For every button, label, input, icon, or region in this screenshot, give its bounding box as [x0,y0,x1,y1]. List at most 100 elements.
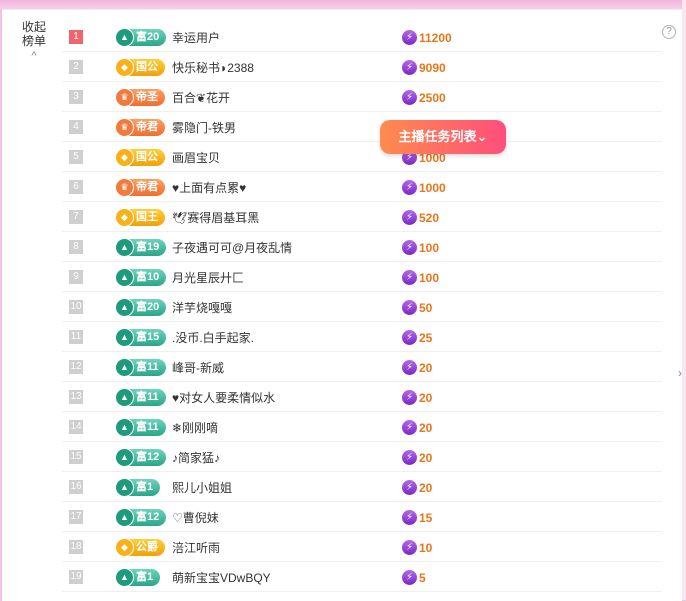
contribution-number: 20 [419,450,433,465]
badge-emblem-icon: ◆ [115,58,134,77]
user-name[interactable]: 萌新宝宝VDwBQY [172,569,271,586]
lightning-icon: ⚡ [402,270,417,286]
contribution-number: 20 [419,420,433,435]
badge-label: 国公 [136,61,158,73]
badge-label: 富11 [136,361,159,373]
badge-label: 富20 [136,31,160,43]
badge-label: 国王 [136,211,158,223]
contribution-value: ⚡ 20 [402,359,432,376]
rank-number: 17 [69,510,83,524]
ranking-row: 8 ▲ 富19 子夜遇可可@月夜乱情 ⚡ 100 [62,232,662,262]
rank-number: 5 [69,150,83,164]
level-badge: ◆ 国公 [115,58,165,77]
contribution-number: 2500 [419,90,446,105]
badge-emblem-icon: ▲ [115,298,134,317]
badge-emblem-icon: ▲ [115,568,134,587]
level-badge: ♛ 帝君 [115,118,165,137]
contribution-value: ⚡ 10 [402,539,432,556]
anchor-task-list-button[interactable]: 主播任务列表⌄ [380,120,506,154]
badge-label: 帝圣 [136,91,158,103]
user-name[interactable]: 涪江听雨 [172,539,220,556]
user-name[interactable]: .没币.白手起家. [172,329,254,346]
lightning-icon: ⚡ [402,30,417,46]
user-name[interactable]: 快乐秘书◗2388 [172,59,254,76]
ranking-panel: 收起 榜单 ^ ? 1 ▲ 富20 幸运用户 ⚡ 11200 2 ◆ 国公 快乐秘书◗2388 ⚡ 9… [2,9,682,601]
level-badge: ▲ 富11 [115,388,166,407]
contribution-value: ⚡ 1000 [402,179,446,196]
contribution-number: 50 [419,300,433,315]
badge-emblem-icon: ▲ [115,508,134,527]
lightning-icon: ⚡ [402,420,417,436]
level-badge: ◆ 国王 [115,208,165,227]
rank-number: 6 [69,180,83,194]
lightning-icon: ⚡ [402,240,417,256]
lightning-icon: ⚡ [402,540,417,556]
contribution-number: 1000 [419,180,446,195]
user-name[interactable]: 百合❦花开 [172,89,230,106]
rank-number: 15 [69,450,83,464]
contribution-value: ⚡ 20 [402,419,432,436]
badge-emblem-icon: ♛ [115,88,134,107]
user-name[interactable]: 画眉宝贝 [172,149,220,166]
user-name[interactable]: 🕊赛得眉基耳黑 [172,209,259,226]
level-badge: ♛ 帝圣 [115,88,165,107]
user-name[interactable]: ❄刚刚嘀 [172,419,218,436]
badge-emblem-icon: ▲ [115,418,134,437]
lightning-icon: ⚡ [402,180,417,196]
ranking-row: 12 ▲ 富11 峰哥-新威 ⚡ 20 [62,352,662,382]
user-name[interactable]: 熙儿小姐姐 [172,479,232,496]
rank-number: 16 [69,480,83,494]
badge-emblem-icon: ▲ [115,238,134,257]
contribution-number: 15 [419,510,433,525]
badge-label: 富11 [136,421,159,433]
badge-label: 富10 [136,271,160,283]
user-name[interactable]: 月光星辰廾匚 [172,269,244,286]
badge-emblem-icon: ◆ [115,208,134,227]
badge-label: 富1 [136,481,154,493]
user-name[interactable]: ♡曹倪妹 [172,509,219,526]
lightning-icon: ⚡ [402,330,417,346]
level-badge: ▲ 富15 [115,328,167,347]
contribution-value: ⚡ 20 [402,449,432,466]
lightning-icon: ⚡ [402,60,417,76]
contribution-number: 20 [419,480,433,495]
ranking-row: 18 ◆ 公爵 涪江听雨 ⚡ 10 [62,532,662,562]
contribution-value: ⚡ 20 [402,389,432,406]
badge-label: 帝君 [136,181,158,193]
level-badge: ▲ 富19 [115,238,167,257]
rank-number: 1 [69,30,83,44]
ranking-row: 15 ▲ 富12 ♪简家猛♪ ⚡ 20 [62,442,662,472]
badge-label: 富1 [136,571,154,583]
rank-number: 7 [69,210,83,224]
rank-number: 3 [69,90,83,104]
user-name[interactable]: 雾隐门-铁男 [172,119,236,136]
chevron-right-icon[interactable]: › [678,366,682,380]
user-name[interactable]: ♥对女人要柔情似水 [172,389,275,406]
user-name[interactable]: 峰哥-新威 [172,359,224,376]
badge-emblem-icon: ▲ [115,328,134,347]
user-name[interactable]: 洋芋烧嘎嘎 [172,299,232,316]
badge-emblem-icon: ▲ [115,388,134,407]
page-right-edge [682,0,686,600]
level-badge: ◆ 公爵 [115,538,165,557]
ranking-row: 7 ◆ 国王 🕊赛得眉基耳黑 ⚡ 520 [62,202,662,232]
user-name[interactable]: 子夜遇可可@月夜乱情 [172,239,292,256]
ranking-row: 2 ◆ 国公 快乐秘书◗2388 ⚡ 9090 [62,52,662,82]
level-badge: ▲ 富11 [115,418,166,437]
badge-label: 富11 [136,391,159,403]
contribution-number: 100 [419,270,440,285]
user-name[interactable]: 幸运用户 [172,29,220,46]
ranking-row: 5 ◆ 国公 画眉宝贝 ⚡ 1000 [62,142,662,172]
user-name[interactable]: ♪简家猛♪ [172,449,220,466]
badge-emblem-icon: ◆ [115,148,134,167]
badge-label: 富12 [136,511,160,523]
badge-emblem-icon: ♛ [115,178,134,197]
collapse-ranking-button[interactable]: 收起 榜单 ^ [18,20,50,63]
contribution-value: ⚡ 100 [402,269,439,286]
lightning-icon: ⚡ [402,210,417,226]
level-badge: ▲ 富10 [115,268,167,287]
user-name[interactable]: ♥上面有点累♥ [172,179,246,196]
question-icon[interactable]: ? [662,25,676,39]
lightning-icon: ⚡ [402,300,417,316]
lightning-icon: ⚡ [402,480,417,496]
